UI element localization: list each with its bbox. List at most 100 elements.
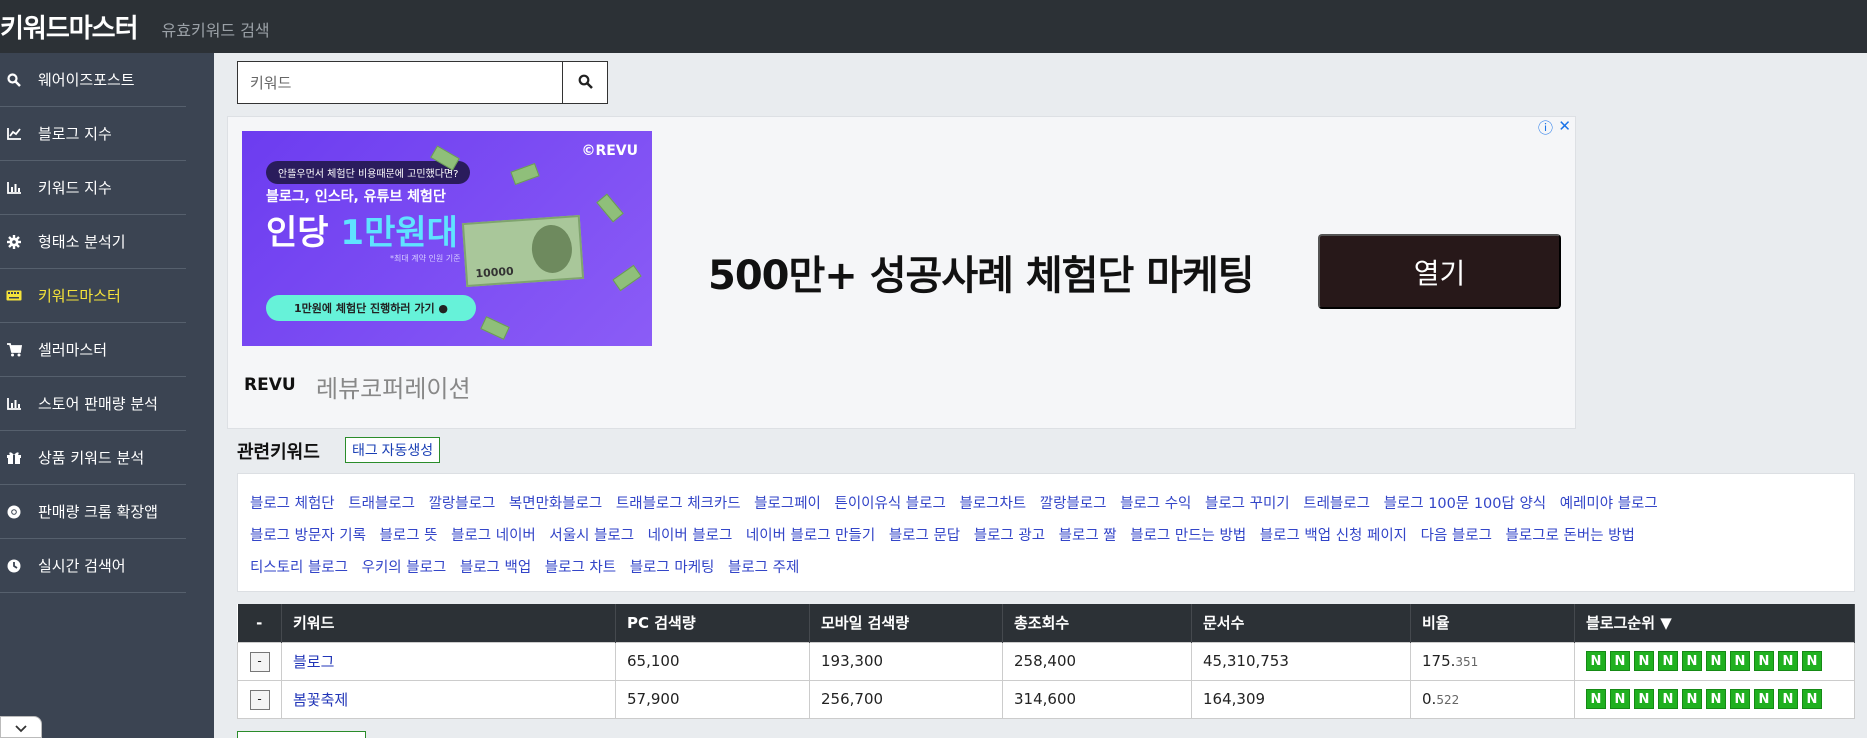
rank-badge[interactable]: N	[1802, 651, 1822, 671]
rank-badge[interactable]: N	[1658, 689, 1678, 709]
related-keyword-link[interactable]: 네이버 블로그 만들기	[746, 528, 875, 544]
related-keyword-link[interactable]: 서울시 블로그	[549, 528, 634, 544]
related-keyword-link[interactable]: 블로그차트	[959, 496, 1026, 512]
related-keyword-link[interactable]: 예레미야 블로그	[1560, 496, 1658, 512]
brand-title[interactable]: 키워드마스터	[0, 8, 139, 45]
rank-badge[interactable]: N	[1706, 651, 1726, 671]
sidebar-item-label: 판매량 크롬 확장앱	[38, 503, 158, 521]
ad-banner-line1: 블로그, 인스타, 유튜브 체험단	[266, 189, 446, 205]
related-keyword-link[interactable]: 블로그 방문자 기록	[250, 528, 366, 544]
related-keyword-link[interactable]: 블로그 100문 100답 양식	[1384, 496, 1547, 512]
header-minus[interactable]: -	[237, 604, 282, 642]
rank-badge[interactable]: N	[1634, 689, 1654, 709]
rank-badge[interactable]: N	[1658, 651, 1678, 671]
ad-banner-container[interactable]: 안뜰우먼서 체험단 비용때문에 고민했다면? ©REVU 블로그, 인스타, 유…	[227, 116, 1576, 429]
related-keyword-link[interactable]: 블로그페이	[754, 496, 821, 512]
header-keyword[interactable]: 키워드	[281, 604, 616, 642]
related-keyword-link[interactable]: 블로그 백업	[460, 560, 531, 576]
related-keyword-link[interactable]: 블로그 짤	[1059, 528, 1117, 544]
row-remove-button[interactable]: -	[249, 689, 270, 710]
related-keyword-link[interactable]: 깔랑블로그	[429, 496, 496, 512]
rank-badge[interactable]: N	[1730, 651, 1750, 671]
rank-badge[interactable]: N	[1682, 651, 1702, 671]
related-keyword-link[interactable]: 블로그 꾸미기	[1205, 496, 1290, 512]
sidebar-item-morpheme-analyzer[interactable]: 형태소 분석기	[0, 215, 186, 269]
ad-close-icon[interactable]: ✕	[1558, 117, 1571, 135]
related-keyword-link[interactable]: 블로그 마케팅	[630, 560, 715, 576]
advertiser-logo: REVU	[244, 375, 296, 395]
ad-info-icon[interactable]: ⓘ	[1538, 117, 1553, 138]
keyword-link[interactable]: 블로그	[293, 653, 334, 671]
rank-badge[interactable]: N	[1706, 689, 1726, 709]
related-keyword-link[interactable]: 블로그 문답	[889, 528, 960, 544]
related-keyword-link[interactable]: 블로그 차트	[545, 560, 616, 576]
row-remove-button[interactable]: -	[249, 651, 270, 672]
related-keyword-link[interactable]: 블로그 뜻	[380, 528, 438, 544]
related-keyword-link[interactable]: 블로그 주제	[728, 560, 799, 576]
related-keyword-link[interactable]: 깔랑블로그	[1040, 496, 1107, 512]
sidebar-item-label: 셀러마스터	[38, 341, 108, 359]
rank-badge[interactable]: N	[1682, 689, 1702, 709]
sidebar-item-realtime-search[interactable]: 실시간 검색어	[0, 539, 186, 593]
sidebar-item-seller-master[interactable]: 셀러마스터	[0, 323, 186, 377]
rank-badge[interactable]: N	[1754, 689, 1774, 709]
related-keyword-link[interactable]: 블로그 만드는 방법	[1130, 528, 1246, 544]
related-keyword-link[interactable]: 블로그 수익	[1120, 496, 1191, 512]
ad-headline[interactable]: 500만+ 성공사례 체험단 마케팅	[708, 243, 1255, 301]
total-views-cell: 258,400	[1002, 641, 1192, 681]
table-header-row: - 키워드 PC 검색량 모바일 검색량 총조회수 문서수 비율 블로그순위 ▼	[237, 604, 1855, 642]
rank-badge[interactable]: N	[1610, 689, 1630, 709]
banknote-value: 10000	[475, 264, 515, 281]
docs-cell: 45,310,753	[1191, 641, 1411, 681]
rank-badge[interactable]: N	[1778, 689, 1798, 709]
sidebar-item-keyword-master[interactable]: 키워드마스터	[0, 269, 186, 323]
header-blog-rank[interactable]: 블로그순위 ▼	[1574, 604, 1855, 642]
advertiser-name[interactable]: 레뷰코퍼레이션	[316, 369, 471, 404]
sidebar-item-product-keyword-analysis[interactable]: 상품 키워드 분석	[0, 431, 186, 485]
header-pc-volume[interactable]: PC 검색량	[615, 604, 810, 642]
related-keyword-link[interactable]: 튼이이유식 블로그	[834, 496, 945, 512]
rank-badge[interactable]: N	[1778, 651, 1798, 671]
sidebar-item-chrome-extension[interactable]: 판매량 크롬 확장앱	[0, 485, 186, 539]
related-keyword-link[interactable]: 블로그 네이버	[451, 528, 536, 544]
table-row: - 봄꽃축제 57,900 256,700 314,600 164,309 0.…	[237, 679, 1855, 719]
related-keyword-link[interactable]: 블로그 광고	[974, 528, 1045, 544]
below-table-button[interactable]	[237, 731, 366, 738]
header-mobile-volume[interactable]: 모바일 검색량	[809, 604, 1003, 642]
rank-badge[interactable]: N	[1610, 651, 1630, 671]
related-keyword-link[interactable]: 네이버 블로그	[648, 528, 733, 544]
header-ratio[interactable]: 비율	[1410, 604, 1575, 642]
tag-auto-generate-button[interactable]: 태그 자동생성	[345, 437, 441, 463]
search-input[interactable]	[238, 62, 563, 103]
rank-badge[interactable]: N	[1634, 651, 1654, 671]
sidebar-item-keyword-index[interactable]: 키워드 지수	[0, 161, 186, 215]
sidebar-item-store-sales-analysis[interactable]: 스토어 판매량 분석	[0, 377, 186, 431]
sidebar-item-whereispost[interactable]: 웨어이즈포스트	[0, 53, 186, 107]
related-keyword-link[interactable]: 트래블로그	[348, 496, 415, 512]
ad-banner-cta[interactable]: 1만원에 체험단 진행하러 가기 ●	[266, 295, 476, 321]
related-keyword-link[interactable]: 트래블로그 체크카드	[616, 496, 741, 512]
related-keyword-link[interactable]: 블로그 백업 신청 페이지	[1260, 528, 1407, 544]
header-docs[interactable]: 문서수	[1191, 604, 1411, 642]
rank-badge[interactable]: N	[1730, 689, 1750, 709]
keyword-link[interactable]: 봄꽃축제	[293, 691, 348, 709]
related-keyword-link[interactable]: 블로그 체험단	[250, 496, 335, 512]
ad-open-button[interactable]: 열기	[1318, 234, 1561, 309]
rank-badge[interactable]: N	[1586, 651, 1606, 671]
rank-badge[interactable]: N	[1754, 651, 1774, 671]
related-keyword-link[interactable]: 복면만화블로그	[509, 496, 602, 512]
related-keyword-link[interactable]: 우키의 블로그	[362, 560, 447, 576]
sidebar-collapse-button[interactable]	[0, 716, 42, 738]
related-keyword-link[interactable]: 다음 블로그	[1421, 528, 1492, 544]
ad-image[interactable]: 안뜰우먼서 체험단 비용때문에 고민했다면? ©REVU 블로그, 인스타, 유…	[242, 131, 652, 346]
rank-badges: NNNNNNNNNN	[1586, 651, 1854, 671]
rank-badge[interactable]: N	[1586, 689, 1606, 709]
related-keyword-link[interactable]: 블로그로 돈버는 방법	[1506, 528, 1635, 544]
related-keyword-link[interactable]: 티스토리 블로그	[250, 560, 348, 576]
search-button[interactable]	[562, 62, 607, 103]
rank-badge[interactable]: N	[1802, 689, 1822, 709]
related-keyword-link[interactable]: 트레블로그	[1303, 496, 1370, 512]
header-total-views[interactable]: 총조회수	[1002, 604, 1192, 642]
sidebar-item-blog-index[interactable]: 블로그 지수	[0, 107, 186, 161]
pc-volume-cell: 57,900	[615, 679, 810, 719]
